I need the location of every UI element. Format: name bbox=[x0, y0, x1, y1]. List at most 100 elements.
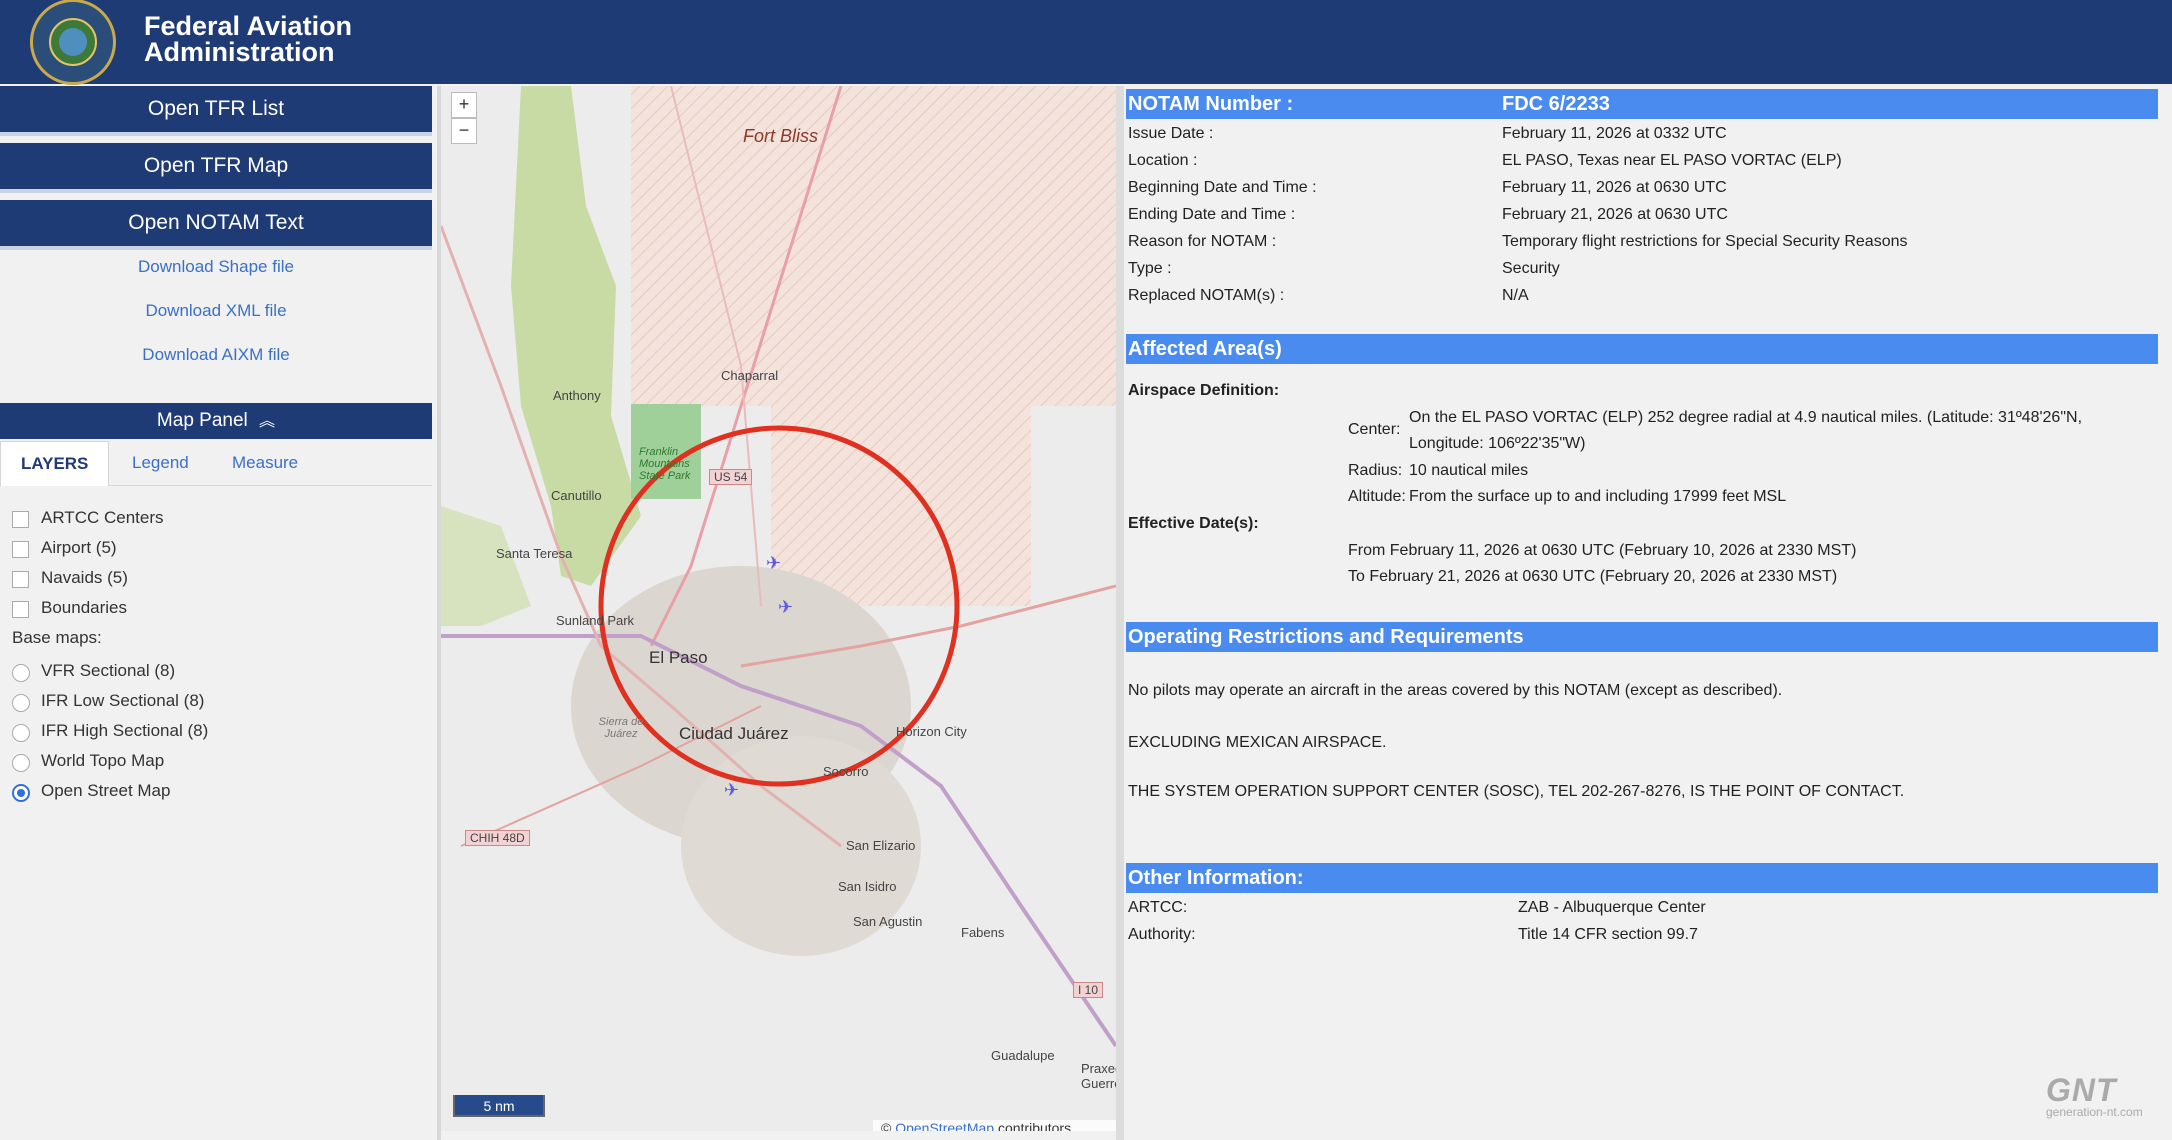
map-label-san-elizario: San Elizario bbox=[846, 838, 916, 853]
base-maps-label: Base maps: bbox=[12, 628, 102, 647]
open-notam-text-button[interactable]: Open NOTAM Text bbox=[0, 200, 432, 250]
map-panel-toggle[interactable]: Map Panel ︽ bbox=[0, 403, 432, 439]
tfr-map[interactable]: ✈ ✈ ✈ + − Fort Bliss Chaparral Anthony C… bbox=[441, 86, 1116, 1131]
openstreetmap-link[interactable]: OpenStreetMap bbox=[895, 1120, 994, 1131]
checkbox[interactable] bbox=[12, 601, 29, 618]
gnt-watermark-logo: GNT generation-nt.com bbox=[2046, 1072, 2143, 1119]
mountain-green-area bbox=[511, 86, 641, 586]
map-label-san-agustin: San Agustin bbox=[853, 914, 923, 929]
reason-value: Temporary flight restrictions for Specia… bbox=[1502, 233, 1908, 250]
faa-seal-logo bbox=[30, 0, 116, 85]
map-label-san-isidro: San Isidro bbox=[838, 879, 897, 894]
type-value: Security bbox=[1502, 260, 1560, 277]
map-label-sierra-juarez: Sierra de Juárez bbox=[598, 716, 644, 740]
operating-line-2: EXCLUDING MEXICAN AIRSPACE. bbox=[1128, 734, 1387, 751]
checkbox[interactable] bbox=[12, 571, 29, 588]
radius-value: 10 nautical miles bbox=[1409, 462, 1529, 479]
type-label: Type : bbox=[1128, 260, 1172, 277]
effective-to: To February 21, 2026 at 0630 UTC (Februa… bbox=[1348, 568, 1838, 585]
airport-icon: ✈ bbox=[766, 553, 781, 574]
operating-line-3: THE SYSTEM OPERATION SUPPORT CENTER (SOS… bbox=[1128, 783, 1905, 800]
open-tfr-list-button[interactable]: Open TFR List bbox=[0, 86, 432, 136]
altitude-value: From the surface up to and including 179… bbox=[1409, 488, 1787, 505]
open-tfr-map-button[interactable]: Open TFR Map bbox=[0, 143, 432, 193]
map-label-canutillo: Canutillo bbox=[551, 488, 602, 503]
checkbox[interactable] bbox=[12, 541, 29, 558]
map-label-fabens: Fabens bbox=[961, 925, 1005, 940]
airport-icon: ✈ bbox=[724, 780, 739, 801]
authority-label: Authority: bbox=[1128, 926, 1196, 943]
artcc-value: ZAB - Albuquerque Center bbox=[1518, 899, 1706, 916]
map-panel-label: Map Panel bbox=[156, 410, 248, 431]
tab-measure[interactable]: Measure bbox=[232, 441, 298, 485]
road-shield-i10: I 10 bbox=[1073, 982, 1104, 998]
operating-restrictions-bar: Operating Restrictions and Requirements bbox=[1126, 622, 2158, 652]
replaced-value: N/A bbox=[1502, 287, 1529, 304]
map-attribution: © OpenStreetMap contributors bbox=[873, 1120, 1116, 1131]
app-header: Federal Aviation Administration bbox=[0, 0, 2172, 85]
reason-label: Reason for NOTAM : bbox=[1128, 233, 1277, 250]
radio-button[interactable] bbox=[12, 694, 30, 712]
radio-button-selected[interactable] bbox=[12, 784, 30, 802]
issue-date-label: Issue Date : bbox=[1128, 125, 1214, 142]
radio-button[interactable] bbox=[12, 724, 30, 742]
map-label-el-paso: El Paso bbox=[649, 648, 708, 667]
airport-icon: ✈ bbox=[778, 597, 793, 618]
replaced-label: Replaced NOTAM(s) : bbox=[1128, 287, 1285, 304]
affected-area-bar: Affected Area(s) bbox=[1126, 334, 2158, 364]
airspace-definition-label: Airspace Definition: bbox=[1128, 382, 1280, 399]
center-value-line2: Longitude: 106º22'35"W) bbox=[1409, 435, 1586, 452]
road-shield-chih48d: CHIH 48D bbox=[465, 830, 530, 846]
download-shape-link[interactable]: Download Shape file bbox=[0, 257, 432, 277]
map-label-franklin-park: Franklin Mountains State Park bbox=[639, 446, 691, 482]
tab-layers[interactable]: LAYERS bbox=[0, 441, 110, 486]
fort-bliss-area bbox=[631, 86, 1116, 406]
checkbox[interactable] bbox=[12, 511, 29, 528]
location-value: EL PASO, Texas near EL PASO VORTAC (ELP) bbox=[1502, 152, 1842, 169]
map-label-chaparral: Chaparral bbox=[721, 368, 779, 383]
map-canvas: ✈ ✈ ✈ bbox=[441, 86, 1116, 1048]
beginning-value: February 11, 2026 at 0630 UTC bbox=[1502, 179, 1727, 196]
altitude-label: Altitude: bbox=[1348, 488, 1406, 505]
ending-label: Ending Date and Time : bbox=[1128, 206, 1296, 223]
map-panel-tabs: LAYERS Legend Measure bbox=[0, 441, 432, 486]
notam-number-label: NOTAM Number : bbox=[1128, 93, 1294, 115]
header-title-line1: Federal Aviation bbox=[144, 11, 353, 41]
map-label-fort-bliss: Fort Bliss bbox=[743, 126, 819, 146]
radius-label: Radius: bbox=[1348, 462, 1403, 479]
map-label-horizon-city: Horizon City bbox=[896, 724, 967, 739]
center-label: Center: bbox=[1348, 421, 1401, 438]
radio-button[interactable] bbox=[12, 664, 30, 682]
authority-value: Title 14 CFR section 99.7 bbox=[1518, 926, 1698, 943]
notam-number-bar: NOTAM Number : FDC 6/2233 bbox=[1126, 89, 2158, 119]
chevron-up-icon: ︽ bbox=[259, 413, 276, 430]
zoom-in-button[interactable]: + bbox=[451, 92, 477, 118]
location-label: Location : bbox=[1128, 152, 1198, 169]
ending-value: February 21, 2026 at 0630 UTC bbox=[1502, 206, 1728, 223]
effective-dates-label: Effective Date(s): bbox=[1128, 515, 1259, 532]
map-scale-bar: 5 nm bbox=[453, 1095, 545, 1117]
issue-date-value: February 11, 2026 at 0332 UTC bbox=[1502, 125, 1727, 142]
center-value-line1: On the EL PASO VORTAC (ELP) 252 degree r… bbox=[1409, 409, 2083, 426]
other-information-bar: Other Information: bbox=[1126, 863, 2158, 893]
map-label-anthony: Anthony bbox=[553, 388, 601, 403]
tab-legend[interactable]: Legend bbox=[132, 441, 189, 485]
download-xml-link[interactable]: Download XML file bbox=[0, 301, 432, 321]
effective-from: From February 11, 2026 at 0630 UTC (Febr… bbox=[1348, 542, 1857, 559]
map-label-praxedis: Praxedis Guerrero bbox=[1081, 1061, 1116, 1091]
radio-button[interactable] bbox=[12, 754, 30, 772]
road-shield-us54: US 54 bbox=[709, 469, 753, 485]
green-area-west bbox=[441, 506, 531, 626]
zoom-out-button[interactable]: − bbox=[451, 118, 477, 144]
beginning-label: Beginning Date and Time : bbox=[1128, 179, 1317, 196]
restricted-area bbox=[771, 406, 1031, 606]
map-label-guadalupe: Guadalupe bbox=[991, 1048, 1055, 1063]
map-label-sunland-park: Sunland Park bbox=[556, 613, 635, 628]
notam-number-value: FDC 6/2233 bbox=[1502, 93, 1610, 115]
download-aixm-link[interactable]: Download AIXM file bbox=[0, 345, 432, 365]
map-label-socorro: Socorro bbox=[823, 764, 869, 779]
map-label-ciudad-juarez: Ciudad Juárez bbox=[679, 724, 789, 743]
map-label-santa-teresa: Santa Teresa bbox=[496, 546, 573, 561]
panel-divider-right[interactable] bbox=[1116, 86, 1124, 1140]
header-title-line2: Administration bbox=[144, 37, 335, 67]
